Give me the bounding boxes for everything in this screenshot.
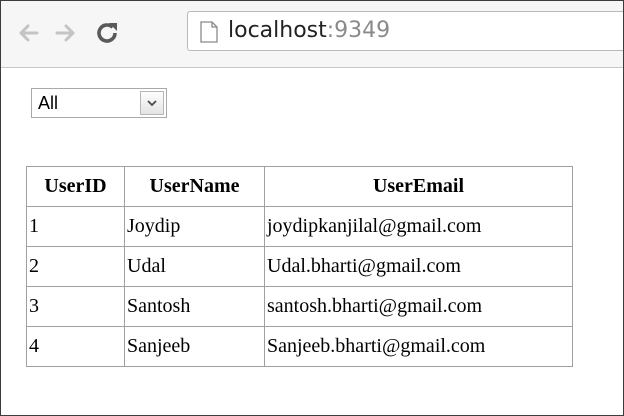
reload-button[interactable] — [93, 19, 121, 47]
table-row: 1 Joydip joydipkanjilal@gmail.com — [26, 206, 573, 247]
back-button[interactable] — [15, 19, 43, 47]
table-row: 4 Sanjeeb Sanjeeb.bharti@gmail.com — [26, 326, 573, 367]
browser-window: localhost:9349 All UserID UserName UserE… — [0, 0, 624, 416]
column-header-useremail: UserEmail — [264, 166, 573, 207]
page-content: All UserID UserName UserEmail 1 Joydip j… — [1, 68, 623, 415]
cell-userid: 3 — [26, 286, 125, 327]
dropdown-selected-value: All — [38, 93, 59, 113]
cell-username: Joydip — [124, 206, 265, 247]
cell-username: Udal — [124, 246, 265, 287]
arrow-left-icon — [19, 24, 39, 42]
cell-username: Santosh — [124, 286, 265, 327]
column-header-userid: UserID — [26, 166, 125, 207]
cell-useremail: joydipkanjilal@gmail.com — [264, 206, 573, 247]
address-bar[interactable]: localhost:9349 — [187, 11, 623, 51]
url-host: localhost — [228, 18, 327, 43]
user-filter-dropdown[interactable]: All — [31, 88, 167, 118]
cell-useremail: Sanjeeb.bharti@gmail.com — [264, 326, 573, 367]
browser-toolbar: localhost:9349 — [1, 1, 623, 68]
table-row: 2 Udal Udal.bharti@gmail.com — [26, 246, 573, 287]
table-header-row: UserID UserName UserEmail — [26, 166, 573, 207]
url-text: localhost:9349 — [228, 17, 390, 45]
arrow-right-icon — [55, 24, 75, 42]
dropdown-arrow-button[interactable] — [140, 91, 164, 115]
cell-useremail: santosh.bharti@gmail.com — [264, 286, 573, 327]
forward-button[interactable] — [51, 19, 79, 47]
chevron-down-icon — [147, 100, 157, 107]
reload-icon — [97, 23, 117, 43]
url-port: :9349 — [326, 18, 391, 43]
cell-userid: 4 — [26, 326, 125, 367]
cell-userid: 2 — [26, 246, 125, 287]
cell-useremail: Udal.bharti@gmail.com — [264, 246, 573, 287]
document-icon — [200, 21, 218, 43]
cell-userid: 1 — [26, 206, 125, 247]
column-header-username: UserName — [124, 166, 265, 207]
table-row: 3 Santosh santosh.bharti@gmail.com — [26, 286, 573, 327]
users-table: UserID UserName UserEmail 1 Joydip joydi… — [26, 166, 573, 367]
cell-username: Sanjeeb — [124, 326, 265, 367]
